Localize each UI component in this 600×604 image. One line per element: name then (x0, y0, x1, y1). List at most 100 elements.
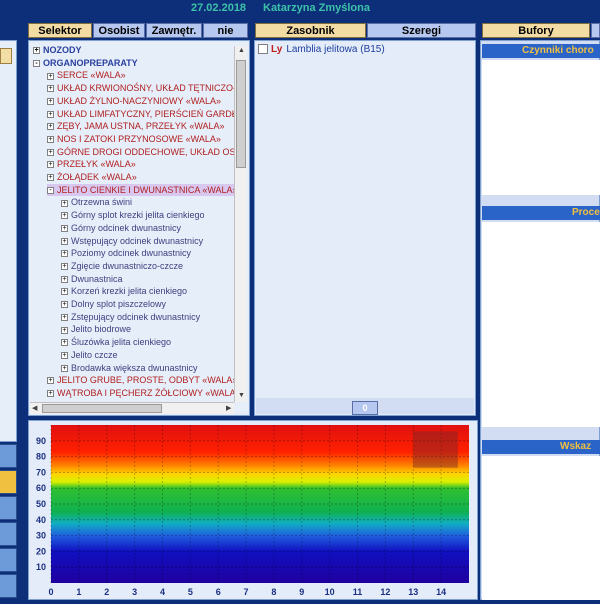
x-tick-label: 4 (160, 587, 165, 597)
tree-item[interactable]: + UKŁAD ŻYLNO-NACZYNIOWY «WALA» (47, 95, 221, 107)
organ-tree[interactable]: + NOZODY - ORGANOPREPARATY + SERCE «WALA» + UKŁ… (30, 42, 248, 412)
item-checkbox[interactable] (258, 44, 268, 55)
scroll-left-icon[interactable]: ◀ (32, 404, 37, 412)
expand-icon[interactable]: + (61, 212, 68, 220)
scroll-up-icon[interactable]: ▲ (238, 47, 245, 54)
tree-item[interactable]: + ŻOŁĄDEK «WALA» (47, 171, 137, 183)
expand-icon[interactable]: + (47, 72, 54, 80)
tree-scroll-thumb[interactable] (236, 60, 246, 168)
tab-szeregi[interactable]: Szeregi (367, 23, 476, 38)
tree-item[interactable]: + Jelito biodrowe (61, 323, 131, 335)
expand-icon[interactable]: + (47, 110, 54, 118)
tree-item[interactable]: + Zgięcie dwunastniczo-czcze (61, 260, 183, 272)
zasobnik-item[interactable]: Ly Lamblia jelitowa (B15) (258, 44, 385, 55)
tree-item-label: GÓRNE DROGI ODDECHOWE, UKŁAD OSK (57, 146, 242, 157)
tree-item[interactable]: + NOZODY (33, 44, 82, 56)
tab-zasobnik[interactable]: Zasobnik (255, 23, 366, 38)
tree-item[interactable]: - ORGANOPREPARATY (33, 57, 138, 69)
tree-item[interactable]: + Otrzewna świni (61, 196, 132, 208)
left-button-4[interactable] (0, 522, 17, 546)
expand-icon[interactable]: + (61, 313, 68, 321)
tree-item[interactable]: + SERCE «WALA» (47, 69, 126, 81)
expand-icon[interactable]: + (47, 377, 54, 385)
tree-item[interactable]: + UKŁAD LIMFATYCZNY, PIERŚCIEŃ GARDŁ (47, 108, 237, 120)
tree-hscroll-thumb[interactable] (42, 404, 162, 413)
section-title-czynniki: Czynniki choro (482, 44, 600, 58)
collapse-icon[interactable]: - (47, 186, 54, 194)
tree-item[interactable]: + GÓRNE DROGI ODDECHOWE, UKŁAD OSK (47, 146, 242, 158)
tree-item[interactable]: + Brodawka większa dwunastnicy (61, 362, 198, 374)
tree-item[interactable]: + Korzeń krezki jelita cienkiego (61, 285, 187, 297)
expand-icon[interactable]: + (61, 237, 68, 245)
tree-item[interactable]: + UKŁAD KRWIONOŚNY, UKŁAD TĘTNICZO- (47, 82, 236, 94)
left-input-box[interactable] (0, 48, 12, 64)
expand-icon[interactable]: + (61, 288, 68, 296)
tree-item[interactable]: + NOS I ZATOKI PRZYNOSOWE «WALA» (47, 133, 221, 145)
tab-bufory[interactable]: Bufory (482, 23, 590, 38)
left-button-2[interactable] (0, 470, 17, 494)
expand-icon[interactable]: + (47, 161, 54, 169)
tree-horizontal-scrollbar[interactable]: ◀ ▶ (30, 402, 234, 414)
tree-item[interactable]: + Zstępujący odcinek dwunastnicy (61, 311, 200, 323)
y-tick-label: 10 (36, 562, 46, 572)
scroll-right-icon[interactable]: ▶ (226, 404, 231, 412)
tree-item[interactable]: + Wstępujący odcinek dwunastnicy (61, 235, 203, 247)
expand-icon[interactable]: + (61, 263, 68, 271)
expand-icon[interactable]: + (47, 97, 54, 105)
tree-vertical-scrollbar[interactable]: ▲ ▼ (234, 46, 247, 402)
zasobnik-count: 0 (352, 401, 378, 415)
spectrum-chart-frame: 0 1 2 3 4 5 6 7 8 9 10 11 12 13 14 10 20 30 40 50 60 70 80 90 (28, 420, 478, 600)
left-button-1[interactable] (0, 444, 17, 468)
tree-item[interactable]: + Śluzówka jelita cienkiego (61, 336, 171, 348)
tab-nie[interactable]: nie (203, 23, 248, 38)
left-button-3[interactable] (0, 496, 17, 520)
left-button-5[interactable] (0, 548, 17, 572)
tree-item-label: Jelito biodrowe (71, 324, 132, 335)
expand-icon[interactable]: + (47, 148, 54, 156)
left-pane (0, 40, 17, 442)
expand-icon[interactable]: + (61, 224, 68, 232)
tab-zawnetr[interactable]: Zawnętr. (146, 23, 202, 38)
expand-icon[interactable]: + (33, 47, 40, 55)
expand-icon[interactable]: + (47, 136, 54, 144)
tree-item-label: Górny splot krezki jelita cienkiego (71, 210, 205, 221)
tab-osobist[interactable]: Osobist (93, 23, 145, 38)
y-tick-label: 90 (36, 436, 46, 446)
tree-item-label: Dwunastnica (71, 273, 123, 284)
x-tick-label: 11 (353, 587, 363, 597)
expand-icon[interactable]: + (61, 275, 68, 283)
tab-right-partial[interactable] (591, 23, 600, 38)
expand-icon[interactable]: + (61, 351, 68, 359)
spectrum-chart: 0 1 2 3 4 5 6 7 8 9 10 11 12 13 14102030405060708090 (36, 425, 469, 597)
expand-icon[interactable]: + (61, 199, 68, 207)
tree-item[interactable]: + Dwunastnica (61, 273, 123, 285)
tab-selektor[interactable]: Selektor (28, 23, 92, 38)
x-tick-label: 2 (104, 587, 109, 597)
left-button-6[interactable] (0, 574, 17, 598)
expand-icon[interactable]: + (61, 339, 68, 347)
x-tick-label: 3 (132, 587, 137, 597)
expand-icon[interactable]: + (61, 326, 68, 334)
tree-item[interactable]: + Górny odcinek dwunastnicy (61, 222, 181, 234)
tree-item[interactable]: + WĄTROBA I PĘCHERZ ŻÓŁCIOWY «WALA (47, 387, 236, 399)
tree-item[interactable]: + Poziomy odcinek dwunastnicy (61, 247, 191, 259)
expand-icon[interactable]: + (47, 390, 54, 398)
expand-icon[interactable]: + (61, 364, 68, 372)
tree-item[interactable]: + Jelito czcze (61, 349, 118, 361)
tree-item[interactable]: + PRZEŁYK «WALA» (47, 158, 136, 170)
zasobnik-panel (254, 40, 476, 416)
tree-item[interactable]: + Dolny splot piszczelowy (61, 298, 166, 310)
tree-item[interactable]: - JELITO CIENKIE I DWUNASTNICA «WALA» (47, 183, 238, 196)
expand-icon[interactable]: + (47, 85, 54, 93)
section-title-proce: Proce (482, 206, 600, 220)
expand-icon[interactable]: + (47, 174, 54, 182)
scroll-down-icon[interactable]: ▼ (238, 392, 245, 399)
tree-item[interactable]: + ZĘBY, JAMA USTNA, PRZEŁYK «WALA» (47, 120, 225, 132)
tree-item[interactable]: + JELITO GRUBE, PROSTE, ODBYT «WALA» (47, 374, 237, 386)
expand-icon[interactable]: + (47, 123, 54, 131)
highlight-region (413, 431, 458, 468)
expand-icon[interactable]: + (61, 301, 68, 309)
tree-item[interactable]: + Górny splot krezki jelita cienkiego (61, 209, 205, 221)
expand-icon[interactable]: + (61, 250, 68, 258)
collapse-icon[interactable]: - (33, 59, 40, 67)
